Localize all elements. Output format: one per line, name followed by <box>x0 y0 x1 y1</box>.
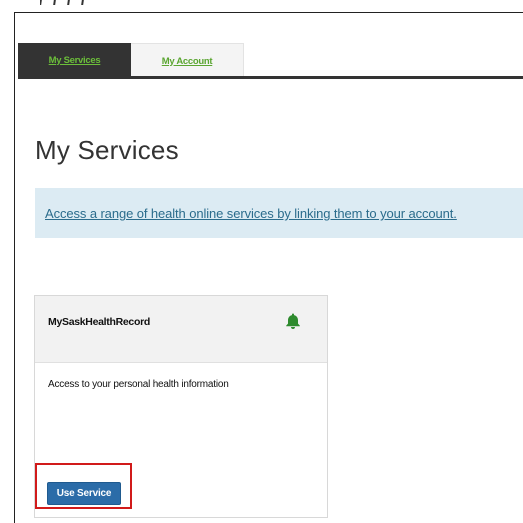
bell-icon[interactable] <box>284 312 302 330</box>
use-service-button[interactable]: Use Service <box>47 482 121 505</box>
frame-border-top <box>14 12 523 13</box>
info-banner: Access a range of health online services… <box>35 188 523 238</box>
tab-divider <box>18 76 523 79</box>
tab-my-account[interactable]: My Account <box>131 43 244 78</box>
main-tabs: My Services My Account <box>18 43 244 78</box>
app-window: My Services My Account My Services Acces… <box>0 0 523 523</box>
banner-link[interactable]: Access a range of health online services… <box>45 206 457 221</box>
service-card-header: MySaskHealthRecord <box>35 296 327 363</box>
logo-cropped <box>40 0 98 6</box>
page-title: My Services <box>35 135 179 165</box>
service-card-description: Access to your personal health informati… <box>48 379 229 390</box>
tab-my-services[interactable]: My Services <box>18 43 131 78</box>
service-card-title: MySaskHealthRecord <box>48 316 150 328</box>
frame-border-left <box>14 12 15 523</box>
